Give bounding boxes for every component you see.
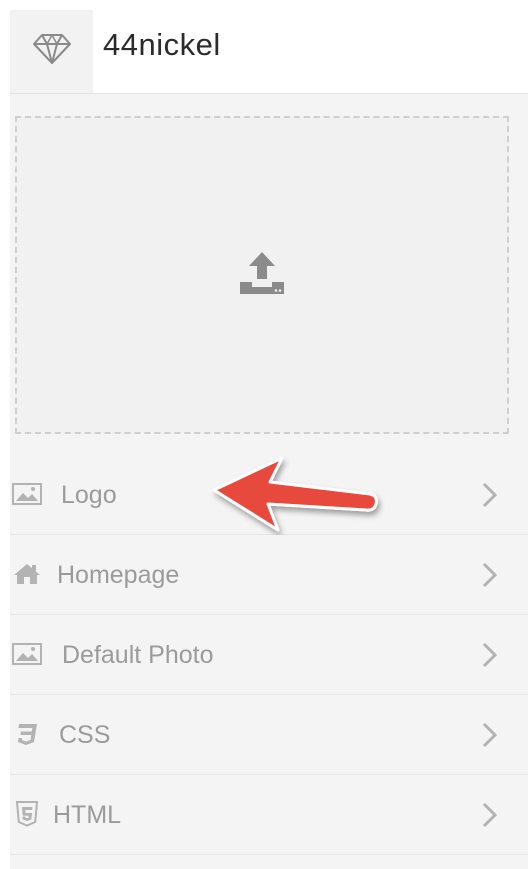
menu-item-label: Logo — [61, 481, 117, 509]
html5-icon — [10, 799, 44, 829]
menu-item-label: HTML — [53, 801, 122, 829]
app-title: 44nickel — [103, 27, 221, 62]
app-header: 44nickel — [10, 10, 528, 94]
chevron-right-icon — [480, 641, 500, 669]
image-icon — [10, 639, 44, 669]
menu-item-css[interactable]: CSS — [10, 695, 528, 775]
logo-box[interactable] — [10, 10, 93, 93]
diamond-icon — [32, 32, 72, 71]
upload-icon — [239, 251, 285, 300]
menu-item-label: Homepage — [57, 561, 180, 589]
settings-menu: Logo Homepage Default Photo CSS HTML — [10, 455, 528, 855]
menu-item-html[interactable]: HTML — [10, 775, 528, 855]
menu-item-label: Default Photo — [62, 641, 214, 669]
menu-item-logo[interactable]: Logo — [10, 455, 528, 535]
sidebar-panel: 44nickel Logo Homepage Default Photo CSS… — [10, 10, 528, 869]
menu-item-homepage[interactable]: Homepage — [10, 535, 528, 615]
chevron-right-icon — [480, 481, 500, 509]
css3-icon — [10, 719, 44, 749]
chevron-right-icon — [480, 721, 500, 749]
chevron-right-icon — [480, 561, 500, 589]
image-icon — [10, 479, 44, 509]
menu-item-default-photo[interactable]: Default Photo — [10, 615, 528, 695]
chevron-right-icon — [480, 801, 500, 829]
logo-upload-dropzone[interactable] — [15, 116, 509, 434]
menu-item-label: CSS — [59, 721, 111, 749]
home-icon — [10, 559, 44, 589]
